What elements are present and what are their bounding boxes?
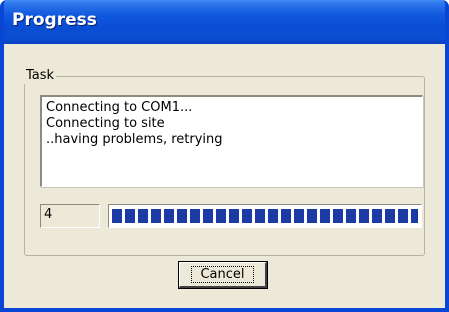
cancel-button[interactable]: Cancel — [178, 261, 268, 289]
cancel-button-label: Cancel — [191, 266, 254, 283]
progress-bar-fill — [112, 209, 418, 223]
window-title: Progress — [12, 10, 97, 30]
task-group-label: Task — [24, 68, 57, 84]
task-log[interactable]: Connecting to COM1... Connecting to site… — [40, 95, 423, 187]
log-line: ..having problems, retrying — [46, 132, 223, 147]
retry-count-field: 4 — [40, 204, 100, 228]
log-line: Connecting to site — [46, 116, 165, 131]
progress-dialog: Progress Task Connecting to COM1... Conn… — [0, 0, 449, 312]
title-bar[interactable]: Progress — [4, 0, 445, 44]
progress-bar — [108, 204, 422, 228]
dialog-body: Task Connecting to COM1... Connecting to… — [4, 44, 445, 308]
log-line: Connecting to COM1... — [46, 100, 193, 115]
